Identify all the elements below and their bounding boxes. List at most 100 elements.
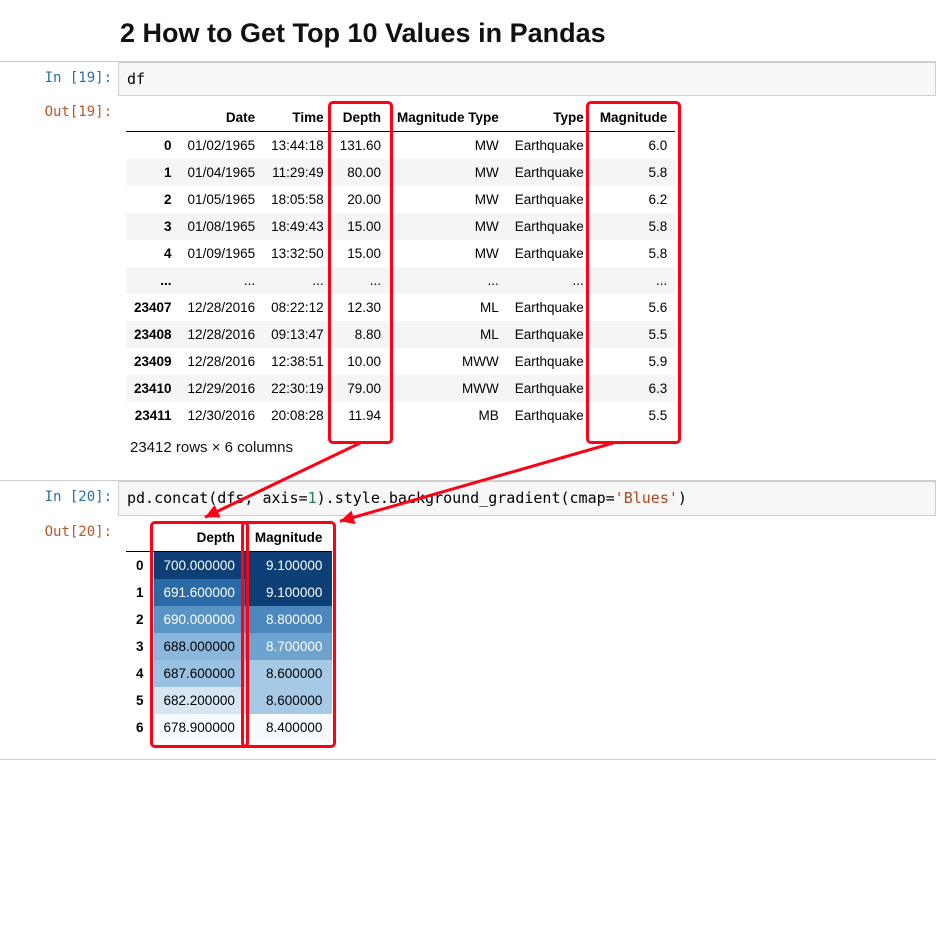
cell-19: In [19]: df Out[19]: Date Time Depth Mag… (0, 61, 936, 480)
cell: 5.9 (592, 348, 676, 375)
cell: 5.8 (592, 213, 676, 240)
cell: 20.00 (332, 186, 389, 213)
table-row: 201/05/196518:05:5820.00MWEarthquake6.2 (126, 186, 675, 213)
cell: Earthquake (507, 321, 592, 348)
cell-depth: 691.600000 (154, 579, 245, 606)
col-date: Date (180, 104, 264, 132)
cell: MB (389, 402, 507, 429)
code-seg: ).style.background_gradient(cmap= (317, 489, 615, 507)
cell: MWW (389, 375, 507, 402)
code-input[interactable]: pd.concat(dfs, axis=1).style.background_… (118, 481, 936, 515)
output-area: Depth Magnitude 0700.0000009.1000001691.… (118, 516, 936, 751)
shape-summary: 23412 rows × 6 columns (130, 439, 936, 456)
table-row: 101/04/196511:29:4980.00MWEarthquake5.8 (126, 159, 675, 186)
row-index: 23410 (126, 375, 180, 402)
cell: 13:32:50 (263, 240, 332, 267)
row-index: ... (126, 267, 180, 294)
cell: Earthquake (507, 132, 592, 160)
table-header-row: Depth Magnitude (126, 524, 332, 552)
cell: ML (389, 294, 507, 321)
cell: MW (389, 186, 507, 213)
cell: 5.5 (592, 402, 676, 429)
cell: ... (332, 267, 389, 294)
table-row: 301/08/196518:49:4315.00MWEarthquake5.8 (126, 213, 675, 240)
cell: 11:29:49 (263, 159, 332, 186)
col-time: Time (263, 104, 332, 132)
cell: 09:13:47 (263, 321, 332, 348)
cell: 5.8 (592, 240, 676, 267)
cell: 80.00 (332, 159, 389, 186)
table-row: 2340812/28/201609:13:478.80MLEarthquake5… (126, 321, 675, 348)
out-prompt: Out[20]: (0, 516, 118, 544)
table-header-row: Date Time Depth Magnitude Type Type Magn… (126, 104, 675, 132)
cell: MW (389, 213, 507, 240)
cell: 10.00 (332, 348, 389, 375)
cell: 12/30/2016 (180, 402, 264, 429)
cell: 18:49:43 (263, 213, 332, 240)
row-index: 23409 (126, 348, 180, 375)
cell: 12/28/2016 (180, 321, 264, 348)
cell: 13:44:18 (263, 132, 332, 160)
table-row: 2341012/29/201622:30:1979.00MWWEarthquak… (126, 375, 675, 402)
cell: ... (389, 267, 507, 294)
cell: MWW (389, 348, 507, 375)
cell: 12/28/2016 (180, 348, 264, 375)
row-index: 2 (126, 606, 154, 633)
table-row: 6678.9000008.400000 (126, 714, 332, 741)
row-index: 6 (126, 714, 154, 741)
cell: 8.80 (332, 321, 389, 348)
cell: 15.00 (332, 240, 389, 267)
output-area: Date Time Depth Magnitude Type Type Magn… (118, 96, 936, 480)
cell: 01/02/1965 (180, 132, 264, 160)
cell: Earthquake (507, 186, 592, 213)
cell-magnitude: 8.600000 (245, 687, 333, 714)
cell: 12.30 (332, 294, 389, 321)
cell: Earthquake (507, 375, 592, 402)
row-index: 3 (126, 213, 180, 240)
cell-divider (0, 759, 936, 764)
cell: 01/08/1965 (180, 213, 264, 240)
col-magtype: Magnitude Type (389, 104, 507, 132)
cell: 6.0 (592, 132, 676, 160)
cell: 01/04/1965 (180, 159, 264, 186)
table-row: 2340712/28/201608:22:1212.30MLEarthquake… (126, 294, 675, 321)
col-magnitude: Magnitude (245, 524, 333, 552)
col-type: Type (507, 104, 592, 132)
cell-magnitude: 9.100000 (245, 551, 333, 579)
cell-depth: 690.000000 (154, 606, 245, 633)
row-index: 0 (126, 551, 154, 579)
cell: 6.3 (592, 375, 676, 402)
cell: 18:05:58 (263, 186, 332, 213)
table-row: 2340912/28/201612:38:5110.00MWWEarthquak… (126, 348, 675, 375)
table-row: 5682.2000008.600000 (126, 687, 332, 714)
cell: 79.00 (332, 375, 389, 402)
cell: 15.00 (332, 213, 389, 240)
cell-magnitude: 8.800000 (245, 606, 333, 633)
row-index: 3 (126, 633, 154, 660)
code-input[interactable]: df (118, 62, 936, 96)
cell-magnitude: 8.600000 (245, 660, 333, 687)
cell: 6.2 (592, 186, 676, 213)
cell-depth: 700.000000 (154, 551, 245, 579)
cell: 131.60 (332, 132, 389, 160)
cell: ... (592, 267, 676, 294)
col-depth: Depth (332, 104, 389, 132)
cell: 08:22:12 (263, 294, 332, 321)
cell: Earthquake (507, 402, 592, 429)
table-row: 1691.6000009.100000 (126, 579, 332, 606)
row-index: 1 (126, 159, 180, 186)
row-index: 0 (126, 132, 180, 160)
code-string: 'Blues' (615, 489, 678, 507)
cell: 12:38:51 (263, 348, 332, 375)
row-index: 4 (126, 240, 180, 267)
cell: 12/28/2016 (180, 294, 264, 321)
code-seg: pd.concat(dfs, axis= (127, 489, 308, 507)
table-row: 3688.0000008.700000 (126, 633, 332, 660)
cell: MW (389, 132, 507, 160)
row-index: 5 (126, 687, 154, 714)
code-number: 1 (308, 489, 317, 507)
cell: 20:08:28 (263, 402, 332, 429)
cell: 22:30:19 (263, 375, 332, 402)
table-row: 401/09/196513:32:5015.00MWEarthquake5.8 (126, 240, 675, 267)
table-row: 2341112/30/201620:08:2811.94MBEarthquake… (126, 402, 675, 429)
